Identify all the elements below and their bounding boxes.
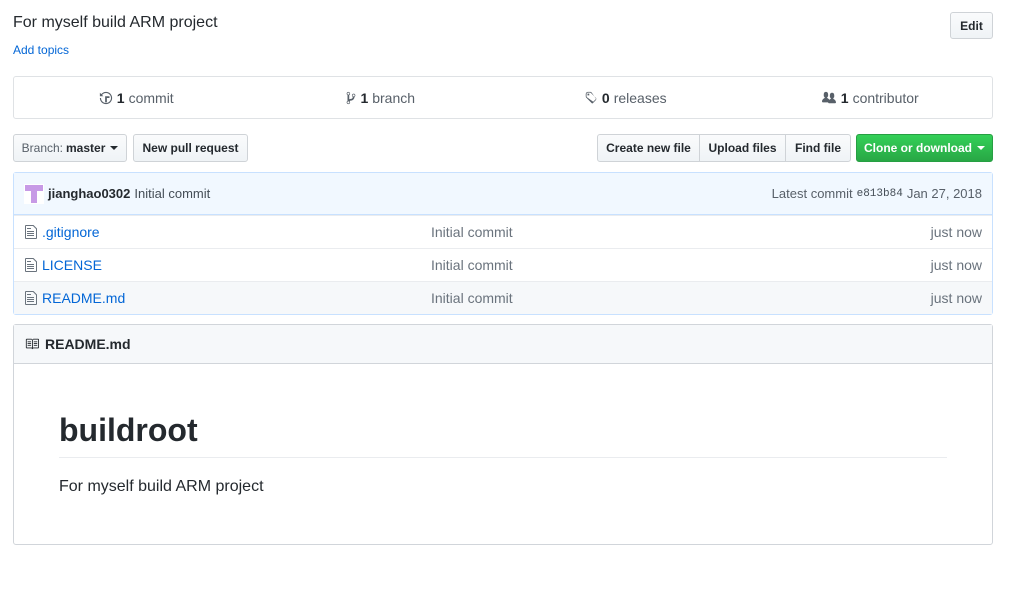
file-row: README.md Initial commit just now: [14, 281, 992, 314]
file-icon: [25, 291, 37, 305]
contributors-label: contributor: [852, 89, 919, 106]
create-new-file-button[interactable]: Create new file: [597, 134, 700, 162]
add-topics-link[interactable]: Add topics: [13, 43, 69, 57]
readme-filename: README.md: [45, 336, 131, 352]
people-icon: [821, 91, 836, 103]
file-row: .gitignore Initial commit just now: [14, 215, 992, 248]
tag-icon: [585, 91, 597, 103]
file-commit-message[interactable]: Initial commit: [431, 257, 513, 273]
file-name-link[interactable]: README.md: [42, 290, 431, 306]
file-name-link[interactable]: LICENSE: [42, 257, 431, 273]
file-commit-message[interactable]: Initial commit: [431, 290, 513, 306]
commit-date: Jan 27, 2018: [906, 186, 982, 201]
file-name-link[interactable]: .gitignore: [42, 224, 431, 240]
readme-text: For myself build ARM project: [59, 478, 264, 495]
file-age: just now: [930, 224, 982, 240]
file-age: just now: [930, 290, 982, 306]
releases-summary[interactable]: 0 releases: [503, 77, 748, 118]
caret-down-icon: [977, 146, 985, 150]
branches-summary[interactable]: 1 branch: [259, 77, 504, 118]
history-icon: [99, 91, 112, 104]
find-file-button[interactable]: Find file: [785, 134, 851, 162]
file-icon: [25, 258, 37, 272]
releases-count: 0: [601, 89, 610, 106]
file-row: LICENSE Initial commit just now: [14, 248, 992, 281]
contributors-summary[interactable]: 1 contributor: [748, 77, 993, 118]
file-age: just now: [930, 257, 982, 273]
readme-panel: README.md buildroot For myself build ARM…: [13, 324, 993, 545]
repo-description: For myself build ARM project: [13, 14, 218, 31]
branch-select-button[interactable]: Branch: master: [13, 134, 127, 162]
repo-summary-bar: 1 commit 1 branch 0 releases 1 contribut…: [13, 76, 993, 119]
edit-button[interactable]: Edit: [950, 12, 993, 39]
commits-summary[interactable]: 1 commit: [14, 77, 259, 118]
latest-commit-bar: jianghao0302 Initial commit Latest commi…: [14, 173, 992, 215]
commits-label: commit: [128, 89, 174, 106]
clone-download-button[interactable]: Clone or download: [856, 134, 993, 162]
readme-header: README.md: [14, 325, 992, 364]
readme-content: buildroot For myself build ARM project: [14, 412, 992, 496]
releases-label: releases: [613, 89, 667, 106]
branch-name: master: [66, 141, 106, 155]
avatar[interactable]: [24, 183, 44, 204]
commit-author[interactable]: jianghao0302: [48, 186, 130, 201]
upload-files-button[interactable]: Upload files: [699, 134, 786, 162]
branch-prefix: Branch:: [21, 141, 63, 155]
caret-down-icon: [110, 146, 119, 150]
file-icon: [25, 225, 37, 239]
branches-count: 1: [360, 89, 369, 106]
branch-icon: [347, 91, 356, 104]
latest-commit-label: Latest commit: [771, 186, 853, 201]
file-commit-message[interactable]: Initial commit: [431, 224, 513, 240]
commits-count: 1: [116, 89, 125, 106]
new-pull-request-button[interactable]: New pull request: [133, 134, 248, 162]
book-icon: [25, 338, 39, 350]
clone-label: Clone or download: [864, 141, 972, 155]
readme-heading: buildroot: [59, 412, 947, 458]
commit-message[interactable]: Initial commit: [134, 186, 210, 201]
latest-commit-info: Latest commit e813b84 Jan 27, 2018: [772, 186, 982, 201]
branches-label: branch: [372, 89, 416, 106]
commit-sha[interactable]: e813b84: [857, 188, 903, 200]
file-table: jianghao0302 Initial commit Latest commi…: [13, 172, 993, 315]
contributors-count: 1: [840, 89, 849, 106]
